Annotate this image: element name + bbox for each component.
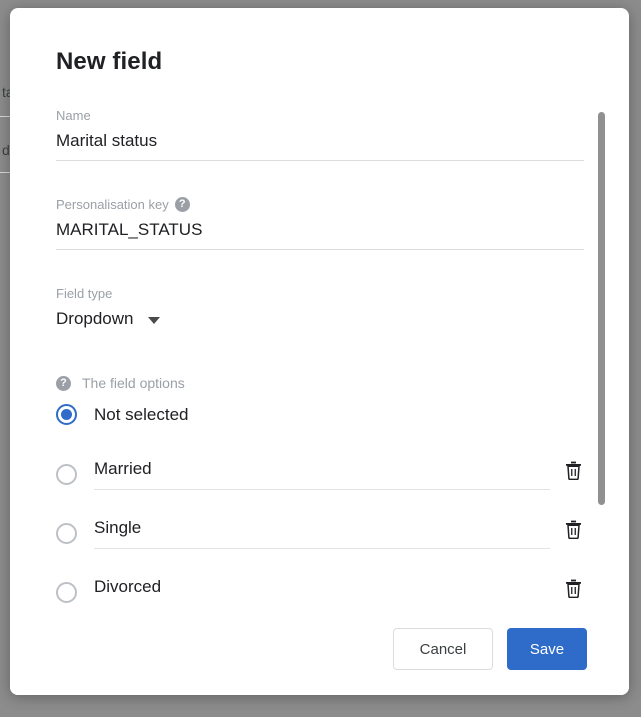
field-type-selected-value: Dropdown	[56, 309, 134, 328]
field-personalisation-key-label-text: Personalisation key	[56, 197, 169, 212]
field-personalisation-key: Personalisation key MARITAL_STATUS	[56, 197, 584, 250]
dialog-title: New field	[56, 48, 163, 75]
trash-icon[interactable]	[562, 578, 584, 600]
radio-button[interactable]	[56, 404, 77, 425]
option-row[interactable]: Single	[56, 518, 584, 549]
field-type: Field type Dropdown	[56, 286, 584, 329]
field-personalisation-key-label: Personalisation key	[56, 197, 584, 212]
dialog-scrollbar[interactable]	[598, 104, 605, 604]
save-button[interactable]: Save	[507, 628, 587, 670]
new-field-dialog: New field Name Marital status Personalis…	[10, 8, 629, 695]
option-row[interactable]: Divorced	[56, 577, 584, 603]
field-personalisation-key-input[interactable]: MARITAL_STATUS	[56, 220, 584, 250]
field-type-select[interactable]: Dropdown	[56, 309, 584, 329]
field-name-label-text: Name	[56, 108, 91, 123]
radio-button[interactable]	[56, 582, 77, 603]
field-options-header: The field options	[56, 375, 584, 391]
field-name-input[interactable]: Marital status	[56, 131, 584, 161]
option-row[interactable]: Married	[56, 459, 584, 490]
field-name-label: Name	[56, 108, 584, 123]
dialog-scrollbar-thumb[interactable]	[598, 112, 605, 505]
field-options-label: The field options	[82, 375, 185, 391]
option-label[interactable]: Divorced	[94, 577, 550, 603]
field-type-label-text: Field type	[56, 286, 113, 301]
dialog-scroll-body: Name Marital status Personalisation key …	[10, 96, 629, 603]
help-circle-icon[interactable]	[56, 375, 71, 391]
dialog-footer: Cancel Save	[10, 603, 629, 695]
option-label[interactable]: Not selected	[94, 405, 584, 425]
cancel-button[interactable]: Cancel	[393, 628, 493, 670]
option-label[interactable]: Married	[94, 459, 550, 490]
option-row[interactable]: Not selected	[56, 404, 584, 425]
trash-icon[interactable]	[562, 460, 584, 482]
field-type-label: Field type	[56, 286, 584, 301]
radio-button[interactable]	[56, 464, 77, 485]
trash-icon[interactable]	[562, 519, 584, 541]
chevron-down-icon	[147, 317, 160, 324]
field-name: Name Marital status	[56, 108, 584, 161]
help-circle-icon[interactable]	[174, 197, 190, 212]
option-label[interactable]: Single	[94, 518, 550, 549]
radio-button[interactable]	[56, 523, 77, 544]
